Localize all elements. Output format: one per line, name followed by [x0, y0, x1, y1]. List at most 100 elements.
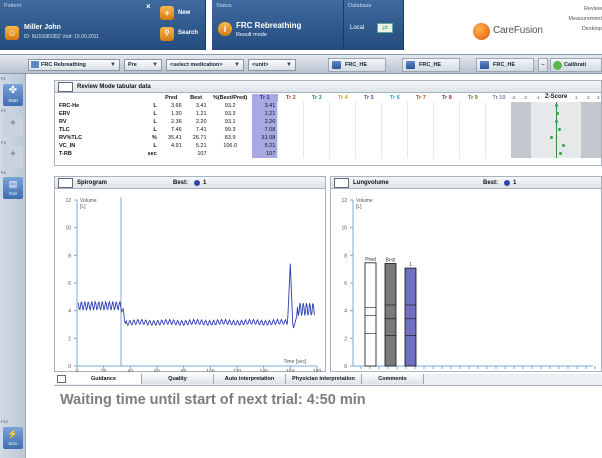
lungvolume-best-value: 1 [513, 180, 517, 186]
rail-key-f2: F2 [1, 108, 6, 113]
rail-key-f1: F1 [1, 76, 6, 81]
y-tick-label: 0 [68, 364, 71, 370]
table-row[interactable]: ERV L 1.30 1.21 93.3 1.21 [57, 110, 512, 118]
test-select[interactable]: FRC Rebreathing ▼ [28, 59, 120, 71]
lungvolume-chart[interactable]: 024681012 Volume[L]Pred Best1 [331, 190, 601, 372]
patient-name: Miller John [24, 24, 61, 31]
unit-select[interactable]: <unit> ▼ [248, 59, 296, 71]
rail-key-f12: F12 [1, 419, 8, 424]
trial-button-3[interactable]: FRC_HE [476, 58, 534, 72]
cell-best: 26.71 [192, 135, 207, 141]
col-header[interactable]: Tr 7 [408, 94, 434, 102]
medication-select[interactable]: <select medication> ▼ [166, 59, 244, 71]
new-button[interactable]: New [178, 10, 190, 16]
status-info-icon: i [218, 22, 232, 36]
tabular-panel-title: Review Mode tabular data [77, 84, 151, 90]
exit-button[interactable]: ▤ Exit [3, 177, 23, 199]
zscore-tick: 1 [575, 95, 578, 100]
spirogram-best-value: 1 [203, 180, 207, 186]
close-icon[interactable]: × [146, 2, 151, 11]
cell-empty-trial [433, 126, 460, 134]
col-header: Pred [165, 95, 178, 101]
rail-key-f3: F3 [1, 140, 6, 145]
phase-select-value: Pre [128, 62, 137, 68]
table-row[interactable]: VC_IN L 4.91 5.21 106.0 5.21 [57, 142, 512, 150]
cell-best: 107 [197, 151, 207, 157]
cell-empty-trial [303, 142, 330, 150]
start-button[interactable]: ✤ Start [3, 84, 23, 106]
trial-button-2[interactable]: FRC_HE [402, 58, 460, 72]
col-header[interactable]: Tr 1 [251, 94, 278, 102]
col-header[interactable]: Tr 9 [460, 94, 486, 102]
zscore-dot [555, 112, 559, 115]
tab-physician-interpretation[interactable]: Physician interpretation [286, 374, 362, 384]
zscore-zero-line [556, 102, 557, 158]
tab-quality[interactable]: Quality [142, 374, 214, 384]
col-header[interactable]: Tr 3 [304, 94, 330, 102]
col-header[interactable]: Tr 10 [486, 94, 512, 102]
tab-auto-interpretation[interactable]: Auto interpretation [214, 374, 286, 384]
brand-name: CareFusion [493, 25, 543, 36]
cell-best: 7.41 [195, 127, 207, 133]
tab-auto-interpretation-label: Auto interpretation [224, 376, 275, 382]
cell-name: RV [59, 119, 67, 125]
col-header[interactable]: Tr 6 [382, 94, 408, 102]
spirogram-chart[interactable]: 024681012 Volume[L]0 20 40 60 80 100 120 140 160 1… [55, 190, 325, 372]
phase-select[interactable]: Pre ▼ [124, 59, 162, 71]
lungvolume-panel: Lungvolume Best: 1 0 2 4 6 8 10 12 Volume [L] Pre… [330, 176, 602, 372]
bar-label: Best [385, 257, 396, 263]
y-tick-label: 12 [65, 198, 71, 204]
col-header[interactable]: Tr 4 [330, 94, 356, 102]
col-header[interactable]: Tr 2 [278, 94, 304, 102]
patient-block[interactable]: Patient ☺ Miller John ID: MJ15081952 Vis… [0, 0, 206, 50]
table-row[interactable]: RV%TLC% 35.41 26.71 83.9 31.08 [57, 134, 512, 142]
cell-empty-trial [355, 142, 382, 150]
search-icon[interactable]: ⚲ [160, 27, 174, 41]
cell-pct: 99.3 [224, 127, 236, 133]
database-sync-icon[interactable]: ⇄ [377, 23, 393, 33]
zscore-dot [554, 104, 558, 107]
spirogram-title: Spirogram [77, 180, 108, 186]
chart-view-icon[interactable] [58, 178, 73, 188]
tab-comments[interactable]: Comments [362, 374, 424, 384]
cell-unit: L [153, 127, 157, 133]
measurement-label[interactable]: Measurement [560, 14, 602, 24]
cell-empty-trial [485, 118, 512, 126]
table-row[interactable]: T-RB sec 107 107 [57, 150, 512, 158]
cell-pred [159, 150, 184, 158]
y-tick-label: 2 [344, 336, 347, 342]
trial-1-volume-trace [77, 263, 315, 329]
f3-button[interactable]: ✦ [3, 146, 23, 168]
search-button[interactable]: Search [178, 30, 198, 36]
col-header[interactable]: Tr 8 [434, 94, 460, 102]
cell-name: ERV [59, 111, 71, 117]
start-label: Start [8, 98, 18, 103]
cell-empty-trial [329, 118, 356, 126]
trial-button-1[interactable]: FRC_HE [328, 58, 386, 72]
col-header[interactable]: Tr 5 [356, 94, 382, 102]
minus-button[interactable]: – [538, 58, 548, 72]
col-header: Best [190, 95, 203, 101]
new-icon[interactable]: + [160, 6, 174, 20]
zero-button[interactable]: ⚡ Zero [3, 427, 23, 449]
y-axis-label-unit: [L] [80, 204, 86, 210]
patient-id: ID: MJ15081952 Visit: 15.09.2011 [24, 34, 99, 40]
cell-pred: 35.41 [167, 135, 182, 141]
table-view-icon[interactable] [58, 82, 73, 92]
tab-guidance[interactable]: Guidance [54, 374, 142, 384]
cell-tr1: 31.08 [251, 134, 278, 142]
cell-empty-trial [459, 126, 486, 134]
chart-view-icon[interactable] [334, 178, 349, 188]
desktop-label[interactable]: Desktop [560, 24, 602, 34]
f2-button[interactable]: ✦ [3, 115, 23, 137]
cell-unit: L [153, 119, 157, 125]
y-tick-label: 8 [68, 253, 71, 259]
cell-empty-trial [433, 134, 460, 142]
table-row[interactable]: TLC L 7.46 7.41 99.3 7.08 [57, 126, 512, 134]
cell-empty-trial [329, 110, 356, 118]
calibration-button[interactable]: Calibrati [550, 58, 602, 72]
cell-empty-trial [303, 126, 330, 134]
table-row[interactable]: FRC-He L 3.66 3.41 93.2 3.41 [57, 102, 512, 110]
table-row[interactable]: RV L 2.36 2.20 93.1 2.20 [57, 118, 512, 126]
cell-unit: % [151, 135, 157, 141]
